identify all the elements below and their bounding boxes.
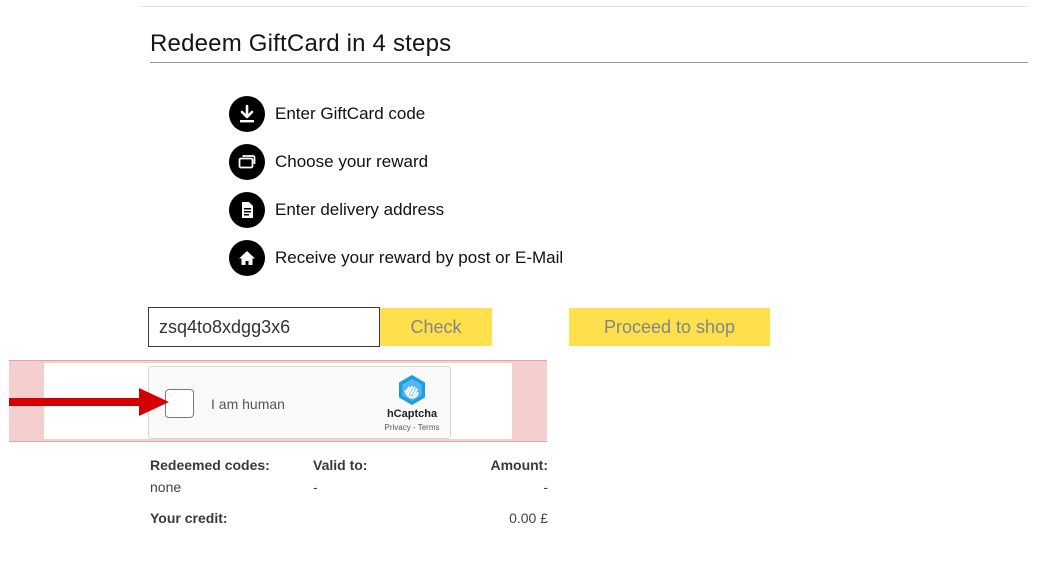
title-underline	[150, 62, 1028, 63]
hcaptcha-widget: I am human hCaptcha Privacy - Terms	[148, 366, 451, 439]
page-title: Redeem GiftCard in 4 steps	[150, 30, 452, 57]
captcha-link-separator: -	[410, 423, 418, 432]
step-label: Receive your reward by post or E-Mail	[275, 248, 564, 267]
steps-list: Enter GiftCard code Choose your reward E…	[229, 90, 563, 282]
document-icon	[229, 192, 265, 228]
captcha-checkbox[interactable]	[165, 389, 194, 418]
valid-to-label: Valid to:	[313, 457, 368, 473]
captcha-links: Privacy - Terms	[377, 423, 447, 432]
credit-value: 0.00 £	[509, 510, 548, 526]
redeemed-codes-value: none	[150, 479, 182, 495]
step-choose-reward: Choose your reward	[229, 138, 563, 186]
step-enter-code: Enter GiftCard code	[229, 90, 563, 138]
credit-label: Your credit:	[150, 510, 228, 526]
hcaptcha-logo-icon	[396, 374, 428, 411]
step-label: Enter delivery address	[275, 200, 445, 219]
captcha-privacy-link[interactable]: Privacy	[385, 423, 411, 432]
step-delivery-address: Enter delivery address	[229, 186, 563, 234]
step-label: Enter GiftCard code	[275, 104, 426, 123]
red-arrow-icon	[9, 388, 169, 416]
amount-label: Amount:	[490, 457, 548, 473]
captcha-label: I am human	[211, 396, 285, 412]
captcha-terms-link[interactable]: Terms	[418, 423, 440, 432]
cards-icon	[229, 144, 265, 180]
top-divider	[139, 6, 1029, 7]
home-icon	[229, 240, 265, 276]
hcaptcha-brand: hCaptcha	[386, 408, 438, 420]
check-button[interactable]: Check	[380, 308, 492, 346]
step-label: Choose your reward	[275, 152, 429, 171]
download-icon	[229, 96, 265, 132]
giftcard-code-input[interactable]	[148, 307, 380, 347]
step-receive-reward: Receive your reward by post or E-Mail	[229, 234, 563, 282]
redeemed-codes-label: Redeemed codes:	[150, 457, 270, 473]
valid-to-value: -	[313, 479, 318, 495]
proceed-to-shop-button[interactable]: Proceed to shop	[569, 308, 770, 346]
amount-value: -	[543, 479, 548, 495]
